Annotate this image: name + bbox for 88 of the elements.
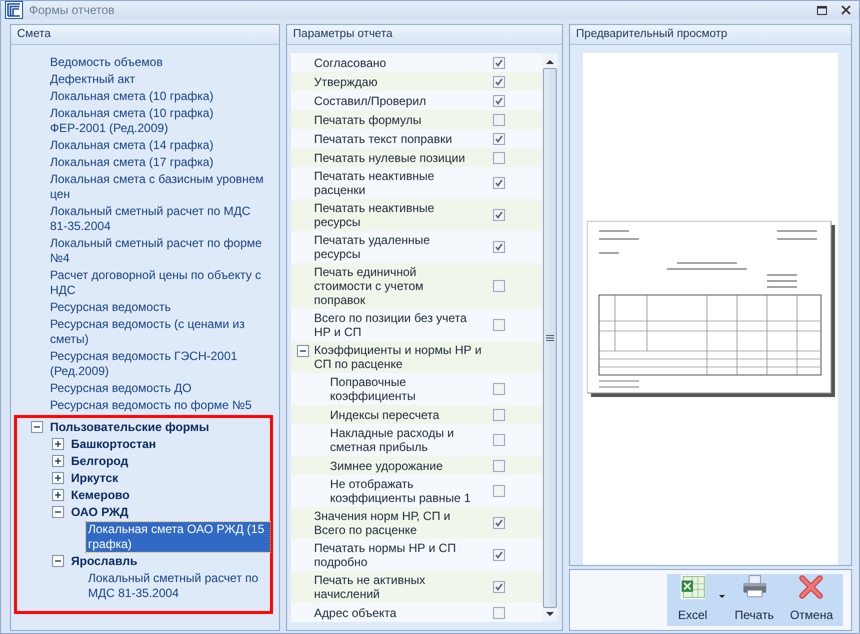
tree-item[interactable]: Локальная смета ОАО РЖД (15 графка) xyxy=(86,522,270,552)
app-logo-icon xyxy=(5,1,23,19)
checkbox[interactable] xyxy=(493,606,506,618)
tree-group[interactable]: Ярославль xyxy=(69,554,140,569)
option-label: Накладные расходы и сметная прибыль xyxy=(330,426,455,454)
checked-checkbox[interactable] xyxy=(493,94,506,106)
checked-checkbox[interactable] xyxy=(493,76,506,88)
option-label: Индексы пересчета xyxy=(330,408,440,422)
tree-group[interactable]: Иркутск xyxy=(69,471,120,486)
tree-item[interactable]: Локальная смета (14 графка) xyxy=(48,138,216,153)
option-label: Печать не активных начислений xyxy=(314,573,426,601)
tree-item[interactable]: Локальная смета с базисным уровнем цен xyxy=(48,172,274,202)
tree-group[interactable]: ОАО РЖД xyxy=(69,505,130,520)
window-title: Формы отчетов xyxy=(29,2,115,19)
checkbox[interactable] xyxy=(493,383,506,395)
tree-item[interactable]: Локальная смета (17 графка) xyxy=(48,155,216,170)
dropdown-caret-icon[interactable] xyxy=(718,594,725,598)
print-button[interactable]: Печать xyxy=(728,574,780,626)
checkbox[interactable] xyxy=(493,114,506,126)
scrollbar[interactable] xyxy=(542,53,558,622)
tree-item[interactable]: Локальный сметный расчет по МДС 81-35.2004 xyxy=(86,571,270,601)
cancel-button[interactable]: Отмена xyxy=(784,574,839,626)
option-label: Печатать удаленные ресурсы xyxy=(314,233,431,261)
tree-item[interactable]: Расчет договорной цены по объекту с НДС xyxy=(48,268,274,298)
checked-checkbox[interactable] xyxy=(493,549,506,561)
scroll-up-icon[interactable] xyxy=(545,58,556,66)
close-icon[interactable] xyxy=(841,5,851,15)
tree-item[interactable]: Локальный сметный расчет по форме №4 xyxy=(48,236,274,266)
panel-header: Предварительный просмотр xyxy=(570,25,851,45)
checked-checkbox[interactable] xyxy=(493,56,506,68)
tree-group[interactable]: Белгород xyxy=(69,454,130,469)
option-label: Печатать нулевые позиции xyxy=(314,150,466,164)
option-label: Адрес объекта xyxy=(314,606,398,620)
checked-checkbox[interactable] xyxy=(493,132,506,144)
collapse-icon[interactable] xyxy=(52,555,64,567)
option-label: Печатать нормы НР и СП подробно xyxy=(314,541,457,569)
collapse-icon[interactable] xyxy=(297,345,310,357)
tree-item[interactable]: Локальная смета (10 графка) xyxy=(48,89,216,104)
option-label: Печать единичной стоимости с учетом поправок xyxy=(314,265,424,307)
checkbox[interactable] xyxy=(493,460,506,472)
expand-icon[interactable] xyxy=(52,489,64,501)
option-label: Согласовано xyxy=(314,56,388,70)
tree-item[interactable]: Ресурсная ведомость по форме №5 xyxy=(48,398,254,413)
tree-item[interactable]: Ведомость объемов xyxy=(48,55,165,70)
export-button[interactable]: Excel xyxy=(670,574,715,626)
tree-item[interactable]: Дефектный акт xyxy=(48,72,138,87)
checkbox[interactable] xyxy=(493,485,506,497)
tree-group[interactable]: Кемерово xyxy=(69,488,132,503)
checked-checkbox[interactable] xyxy=(493,241,506,253)
grip-icon xyxy=(546,334,554,342)
tree-item[interactable]: Ресурсная ведомость ДО xyxy=(48,381,194,396)
tree-item[interactable]: Локальный сметный расчет по МДС 81-35.2004 xyxy=(48,204,274,234)
checkbox[interactable] xyxy=(493,434,506,446)
option-label: Не отображать коэффициенты равные 1 xyxy=(330,477,472,505)
option-label: Печатать текст поправки xyxy=(314,132,454,146)
tree-item[interactable]: Ресурсная ведомость ГЭСН-2001 (Ред.2009) xyxy=(48,349,274,379)
option-label: Печатать неактивные ресурсы xyxy=(314,201,436,229)
panel-header: Смета xyxy=(11,25,280,45)
checkbox[interactable] xyxy=(493,408,506,420)
option-group-label: Коэффициенты и нормы НР и СП по расценке xyxy=(314,343,483,371)
tree-item[interactable]: Ресурсная ведомость (с ценами из сметы) xyxy=(48,317,274,347)
option-label: Зимнее удорожание xyxy=(330,458,444,472)
checked-checkbox[interactable] xyxy=(493,581,506,593)
collapse-icon[interactable] xyxy=(52,506,64,518)
tree-group[interactable]: Пользовательские формы xyxy=(48,420,212,435)
minimize-icon[interactable] xyxy=(817,6,827,14)
expand-icon[interactable] xyxy=(52,472,64,484)
checkbox[interactable] xyxy=(493,152,506,164)
checked-checkbox[interactable] xyxy=(493,209,506,221)
option-label: Составил/Проверил xyxy=(314,94,428,108)
expand-icon[interactable] xyxy=(52,438,64,450)
tree-group[interactable]: Башкортостан xyxy=(69,437,158,452)
option-label: Поправочные коэффициенты xyxy=(330,375,417,403)
scroll-down-icon[interactable] xyxy=(545,610,556,618)
tree-item[interactable]: Локальная смета (10 графка) ФЕР-2001 (Ред.2009) xyxy=(48,106,274,136)
checked-checkbox[interactable] xyxy=(493,517,506,529)
expand-icon[interactable] xyxy=(52,455,64,467)
collapse-icon[interactable] xyxy=(31,421,43,433)
checked-checkbox[interactable] xyxy=(493,177,506,189)
option-label: Всего по позиции без учета НР и СП xyxy=(314,311,468,339)
panel-header: Параметры отчета xyxy=(287,25,562,45)
checkbox[interactable] xyxy=(493,319,506,331)
option-label: Значения норм НР, СП и Всего по расценке xyxy=(314,509,452,537)
option-label: Утверждаю xyxy=(314,74,378,88)
tree-item[interactable]: Ресурсная ведомость xyxy=(48,300,173,315)
option-label: Печатать неактивные расценки xyxy=(314,169,436,197)
option-label: Печатать формулы xyxy=(314,112,422,126)
checkbox[interactable] xyxy=(493,280,506,292)
